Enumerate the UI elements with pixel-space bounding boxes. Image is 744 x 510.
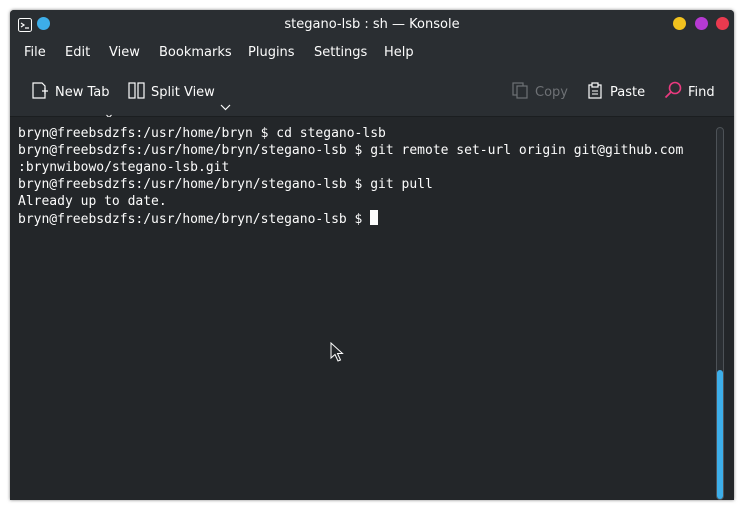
toolbar: New Tab Split View Copy Paste Find bbox=[10, 68, 734, 119]
window-title: stegano-lsb : sh — Konsole bbox=[284, 17, 460, 32]
terminal-output: bryn@freebsdzfs:/usr/home/bryn $ cd steg… bbox=[18, 125, 683, 228]
menu-help[interactable]: Help bbox=[384, 45, 414, 60]
terminal-line: Already up to date. bbox=[18, 194, 167, 209]
paste-label: Paste bbox=[610, 84, 646, 100]
terminal-line: bryn@freebsdzfs:/usr/home/bryn/stegano-l… bbox=[18, 177, 433, 192]
title-bar[interactable]: stegano-lsb : sh — Konsole bbox=[10, 10, 734, 38]
paste-button[interactable]: Paste bbox=[587, 81, 646, 103]
scrollbar-thumb[interactable] bbox=[717, 370, 723, 499]
split-view-label: Split View bbox=[151, 84, 215, 100]
terminal-prompt-line[interactable]: bryn@freebsdzfs:/usr/home/bryn/stegano-l… bbox=[18, 210, 683, 228]
split-view-icon bbox=[128, 81, 151, 103]
split-view-dropdown-icon[interactable] bbox=[220, 96, 231, 115]
paste-icon bbox=[587, 81, 610, 103]
find-button[interactable]: Find bbox=[664, 81, 715, 103]
mouse-pointer-icon bbox=[330, 341, 344, 366]
copy-label: Copy bbox=[535, 84, 568, 100]
menu-file[interactable]: File bbox=[24, 45, 46, 60]
text-cursor bbox=[370, 210, 379, 225]
find-label: Find bbox=[688, 84, 715, 100]
terminal-prompt: bryn@freebsdzfs:/usr/home/bryn/stegano-l… bbox=[18, 212, 371, 227]
copy-icon bbox=[512, 81, 535, 103]
konsole-window: stegano-lsb : sh — Konsole File Edit Vie… bbox=[10, 10, 734, 500]
copy-button[interactable]: Copy bbox=[512, 81, 568, 103]
split-view-button[interactable]: Split View bbox=[128, 81, 215, 103]
terminal-line: :brynwibowo/stegano-lsb.git bbox=[18, 160, 230, 175]
scrollbar[interactable] bbox=[716, 127, 724, 500]
minimize-button[interactable] bbox=[673, 17, 686, 30]
menu-bookmarks[interactable]: Bookmarks bbox=[159, 45, 232, 60]
new-tab-button[interactable]: New Tab bbox=[32, 81, 110, 103]
menu-edit[interactable]: Edit bbox=[65, 45, 90, 60]
terminal-view[interactable]: bryn@freebsdzfs:/usr/home/bryn $ cd steg… bbox=[10, 117, 734, 500]
close-button[interactable] bbox=[716, 17, 729, 30]
menu-plugins[interactable]: Plugins bbox=[248, 45, 295, 60]
new-tab-icon bbox=[32, 81, 55, 103]
terminal-line: bryn@freebsdzfs:/usr/home/bryn/stegano-l… bbox=[18, 143, 684, 158]
terminal-line: bryn@freebsdzfs:/usr/home/bryn $ cd steg… bbox=[18, 126, 386, 141]
menu-settings[interactable]: Settings bbox=[314, 45, 367, 60]
maximize-button[interactable] bbox=[695, 17, 708, 30]
find-icon bbox=[664, 81, 688, 103]
new-tab-label: New Tab bbox=[55, 84, 110, 100]
menu-view[interactable]: View bbox=[109, 45, 140, 60]
menu-bar: File Edit View Bookmarks Plugins Setting… bbox=[10, 38, 734, 68]
